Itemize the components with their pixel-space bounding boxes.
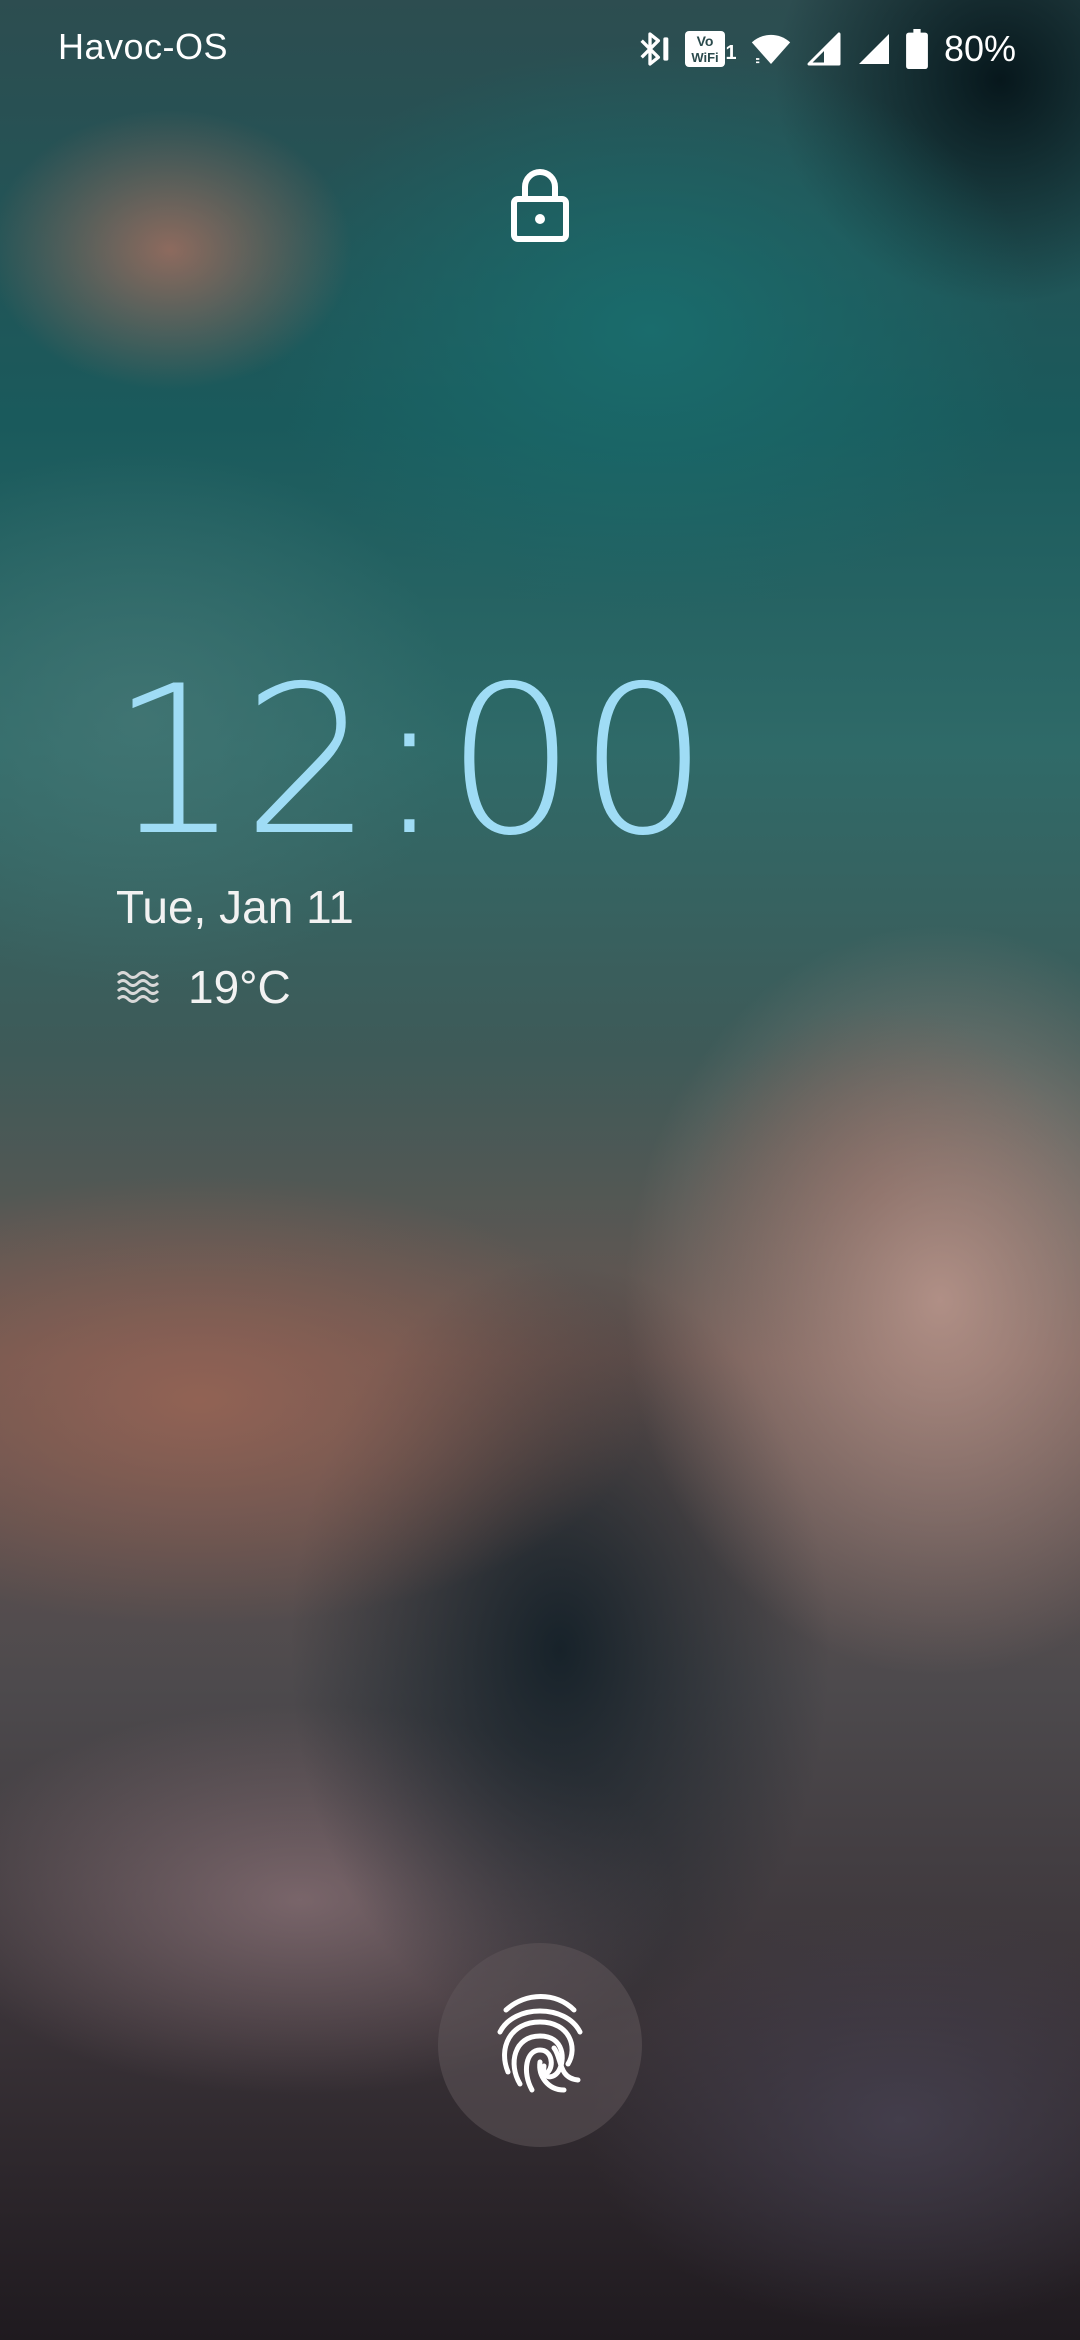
lock-screen: Havoc-OS Vo WiFi 1 80% 12:00 Tue, Jan 11… [0,0,1080,2340]
vowifi-bottom-text: WiFi [691,50,718,65]
haze-icon [116,965,160,1009]
fingerprint-icon [492,1988,588,2102]
lock-icon [510,165,570,243]
bluetooth-icon [630,29,670,69]
vowifi-top-text: Vo [697,33,714,49]
signal-icon [806,29,842,69]
date-label[interactable]: Tue, Jan 11 [116,880,354,934]
battery-percentage: 80% [943,28,1016,69]
vowifi-sim-number: 1 [725,42,736,64]
temperature-label: 19°C [188,961,291,1013]
clock-time: 12:00 [110,643,711,881]
vowifi-icon: Vo WiFi 1 [684,29,736,69]
status-icons: Vo WiFi 1 80% [630,26,1016,72]
fingerprint-sensor-button[interactable] [438,1943,642,2147]
carrier-name: Havoc-OS [58,26,229,67]
wifi-icon [750,29,792,69]
signal-icon [856,29,892,69]
status-bar: Havoc-OS Vo WiFi 1 80% [0,0,1080,100]
battery-icon [906,29,928,69]
weather-info[interactable]: 19°C [116,960,291,1014]
